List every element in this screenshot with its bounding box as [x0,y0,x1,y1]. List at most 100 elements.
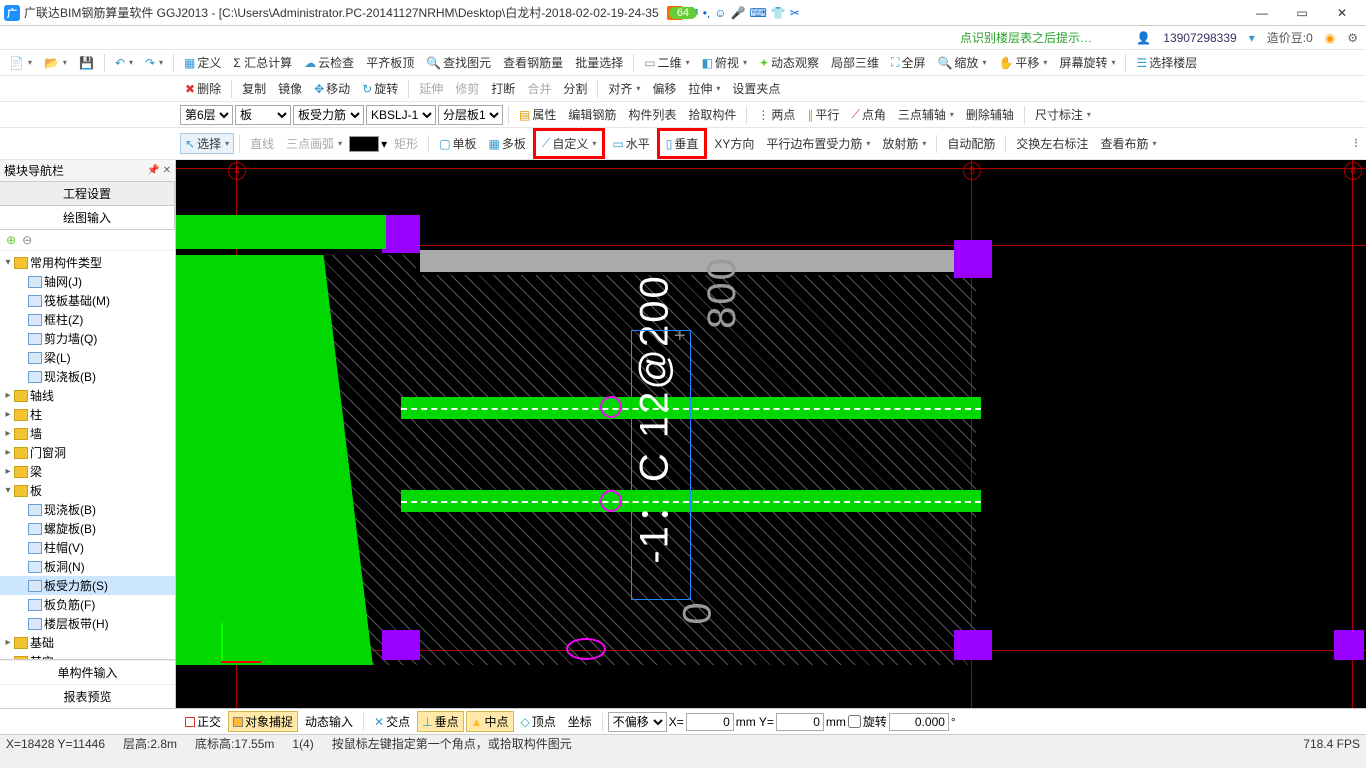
ortho-toggle[interactable]: 正交 [180,711,226,732]
tree-leaf[interactable]: 梁(L) [0,348,175,367]
top-view-button[interactable]: ◧俯视▾ [697,52,752,73]
floor-select[interactable]: 第6层 [180,105,233,125]
snap-coord[interactable]: 坐标 [563,711,597,732]
tree-folder[interactable]: ▸柱 [0,405,175,424]
new-button[interactable]: 📄▾ [4,54,37,72]
extend-button[interactable]: 延伸 [414,78,448,99]
local-3d-button[interactable]: 局部三维 [826,52,884,73]
tree-leaf[interactable]: 现浇板(B) [0,500,175,519]
batch-select-button[interactable]: 批量选择 [570,52,628,73]
osnap-toggle[interactable]: 对象捕捉 [228,711,298,732]
pick-member-button[interactable]: 拾取构件 [683,104,741,125]
dimension-button[interactable]: 尺寸标注▾ [1030,104,1096,125]
toolbar-overflow[interactable]: ⠇ [1353,137,1362,151]
split-button[interactable]: 分割 [558,78,592,99]
delete-aux-axis-button[interactable]: 删除辅轴 [961,104,1019,125]
single-slab-tool[interactable]: ▢单板 [434,133,481,154]
auto-rebar-tool[interactable]: 自动配筋 [942,133,1000,154]
tree-leaf[interactable]: 楼层板带(H) [0,614,175,633]
parallel-button[interactable]: ∥平行 [802,104,844,125]
tree-leaf[interactable]: 筏板基础(M) [0,291,175,310]
orbit-button[interactable]: ✦动态观察 [754,52,824,73]
select-floor-button[interactable]: ☰选择楼层 [1131,52,1202,73]
minimize-button[interactable]: — [1242,1,1282,25]
tree-folder[interactable]: ▸基础 [0,633,175,652]
vertical-tool[interactable]: ▯垂直 [657,128,708,159]
rotate-button[interactable]: ↻旋转 [357,78,403,99]
tree-leaf[interactable]: 板负筋(F) [0,595,175,614]
2d-button[interactable]: ▭二维▾ [639,52,694,73]
attribute-button[interactable]: ▤属性 [514,104,561,125]
tree-leaf[interactable]: 框柱(Z) [0,310,175,329]
save-button[interactable]: 💾 [74,54,99,72]
two-point-button[interactable]: ⋮两点 [752,104,800,125]
ime-emoji-icon[interactable]: ☺ [714,6,726,20]
trim-button[interactable]: 修剪 [450,78,484,99]
fullscreen-button[interactable]: ⛶全屏 [886,52,930,73]
tree-folder[interactable]: ▸其它 [0,652,175,659]
member-select[interactable]: KBSLJ-1 [366,105,436,125]
ime-tool-icon[interactable]: ✂ [790,6,800,20]
cloud-check-button[interactable]: ☁云检查 [299,52,359,73]
find-element-button[interactable]: 🔍查找图元 [421,52,496,73]
category-select[interactable]: 板 [235,105,291,125]
tree-folder[interactable]: ▸墙 [0,424,175,443]
rotate-checkbox[interactable] [848,715,861,728]
stretch-button[interactable]: 拉伸▾ [683,78,725,99]
sum-button[interactable]: Σ 汇总计算 [228,52,297,73]
tree-collapse-icon[interactable]: ⊖ [22,233,32,247]
y-input[interactable] [776,713,824,731]
update-badge[interactable]: 64 [669,7,697,19]
three-point-axis-button[interactable]: 三点辅轴▾ [893,104,959,125]
rotate-input[interactable] [889,713,949,731]
custom-tool[interactable]: ⟋自定义▾ [533,128,605,159]
open-button[interactable]: 📂▾ [39,54,72,72]
user-icon[interactable]: 👤 [1136,31,1151,45]
set-grip-button[interactable]: 设置夹点 [727,78,785,99]
edge-rebar-tool[interactable]: 平行边布置受力筋▾ [761,133,875,154]
copy-button[interactable]: 复制 [237,78,271,99]
tree-leaf[interactable]: 剪力墙(Q) [0,329,175,348]
tree-leaf[interactable]: 板受力筋(S) [0,576,175,595]
align-button[interactable]: 对齐▾ [603,78,645,99]
snap-perpendicular[interactable]: ⊥垂点 [417,711,463,732]
view-rebar-button[interactable]: 查看钢筋量 [498,52,568,73]
define-button[interactable]: ▦定义 [179,52,226,73]
flat-top-button[interactable]: 平齐板顶 [361,52,419,73]
screen-rotate-button[interactable]: 屏幕旋转▾ [1054,52,1120,73]
redo-button[interactable]: ↷▾ [140,54,168,72]
arc-3pt-tool[interactable]: 三点画弧▾ [281,133,347,154]
settings-icon[interactable]: ⚙ [1347,31,1358,45]
rect-tool[interactable]: 矩形 [389,133,423,154]
ime-keyboard-icon[interactable]: ⌨ [749,6,766,20]
merge-button[interactable]: 合并 [522,78,556,99]
horizontal-tool[interactable]: ▭水平 [607,133,654,154]
snap-intersection[interactable]: ✕交点 [369,711,415,732]
tree-folder[interactable]: ▸门窗洞 [0,443,175,462]
tree-folder[interactable]: ▸轴线 [0,386,175,405]
ime-punct-icon[interactable]: •, [703,6,711,20]
break-button[interactable]: 打断 [486,78,520,99]
ime-mic-icon[interactable]: 🎤 [731,6,746,20]
tree-leaf[interactable]: 现浇板(B) [0,367,175,386]
subcategory-select[interactable]: 板受力筋 [293,105,364,125]
tree-expand-icon[interactable]: ⊕ [6,233,16,247]
member-list-button[interactable]: 构件列表 [623,104,681,125]
snap-midpoint[interactable]: ▲中点 [466,711,514,732]
view-layout-tool[interactable]: 查看布筋▾ [1095,133,1161,154]
user-id[interactable]: 13907298339 [1163,31,1236,45]
point-angle-button[interactable]: ⟋点角 [846,104,890,125]
dyn-input-toggle[interactable]: 动态输入 [300,711,358,732]
move-button[interactable]: ✥移动 [309,78,355,99]
pin-icon[interactable]: 📌 ✕ [147,165,171,176]
offset-mode-select[interactable]: 不偏移 [608,712,667,732]
tree-folder[interactable]: ▸梁 [0,462,175,481]
delete-button[interactable]: ✖删除 [180,78,226,99]
drawing-canvas[interactable]: 4 5 6 D -1：C 12@200 800 [176,160,1366,708]
close-button[interactable]: ✕ [1322,1,1362,25]
pan-button[interactable]: ✋平移▾ [993,52,1052,73]
swap-label-tool[interactable]: 交换左右标注 [1011,133,1093,154]
xy-direction-tool[interactable]: XY方向 [709,133,759,154]
line-tool[interactable]: 直线 [245,133,279,154]
tab-single-input[interactable]: 单构件输入 [0,660,175,684]
